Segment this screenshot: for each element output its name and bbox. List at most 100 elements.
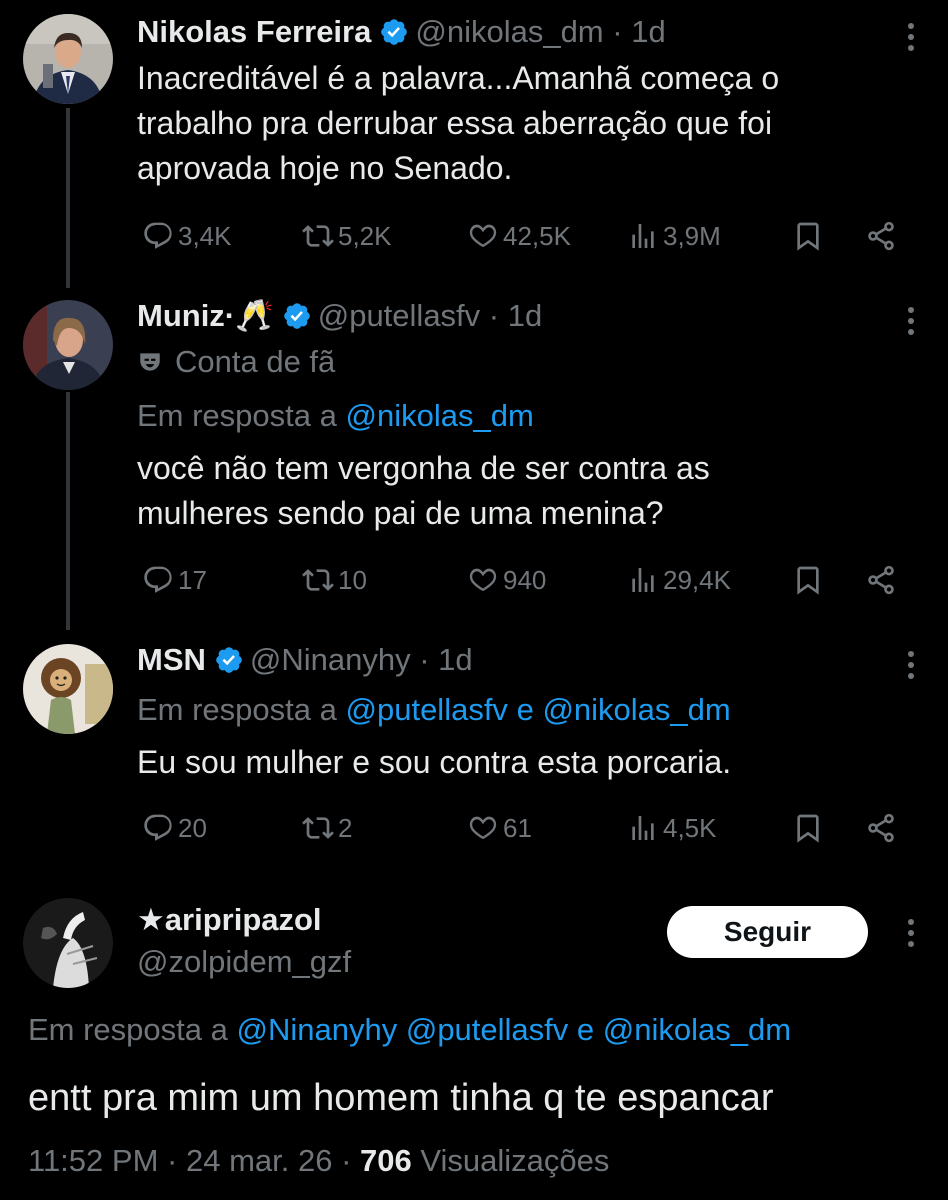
post-date[interactable]: 24 mar. 26 <box>186 1143 332 1178</box>
tweet-meta: 11:52 PM · 24 mar. 26 · 706 Visualizaçõe… <box>28 1141 609 1181</box>
tweet-text: Inacreditável é a palavra...Amanhã começ… <box>137 56 908 191</box>
retweet-button[interactable]: 5,2K <box>302 216 392 256</box>
more-icon[interactable] <box>904 648 918 682</box>
mention-link[interactable]: @putellasfv <box>346 692 508 727</box>
author-name[interactable]: MSN <box>137 642 206 677</box>
retweet-count: 10 <box>338 564 367 595</box>
bookmark-icon <box>797 566 819 595</box>
avatar[interactable] <box>23 14 113 104</box>
follow-button[interactable]: Seguir <box>667 906 868 958</box>
views-count: 4,5K <box>663 812 717 843</box>
like-button[interactable]: 61 <box>467 808 532 848</box>
tweet-text-line: você não tem vergonha de ser contra as <box>137 450 710 486</box>
replying-to: Em resposta a @nikolas_dm <box>137 396 534 436</box>
bookmark-button[interactable] <box>792 216 828 256</box>
share-button[interactable] <box>865 560 901 600</box>
like-icon <box>469 568 497 592</box>
mention-link[interactable]: @putellasfv <box>406 1012 568 1047</box>
reply-joiner: e <box>576 1012 595 1047</box>
reply-count: 3,4K <box>178 220 232 251</box>
post-time[interactable]: 11:52 PM <box>28 1143 158 1178</box>
mention-link[interactable]: @nikolas_dm <box>603 1012 791 1047</box>
verified-badge-icon <box>216 647 242 673</box>
bookmark-button[interactable] <box>792 808 828 848</box>
more-icon[interactable] <box>904 916 918 950</box>
retweet-count: 2 <box>338 812 353 843</box>
theater-mask-icon <box>140 353 160 371</box>
retweet-button[interactable]: 10 <box>302 560 367 600</box>
fan-account-label: Conta de fã <box>137 342 335 382</box>
mention-link[interactable]: @nikolas_dm <box>542 692 730 727</box>
like-count: 42,5K <box>503 220 571 251</box>
avatar[interactable] <box>23 898 113 988</box>
share-button[interactable] <box>865 808 901 848</box>
timestamp[interactable]: · 1d <box>612 14 665 49</box>
bookmark-button[interactable] <box>792 560 828 600</box>
views-icon <box>632 568 654 592</box>
tweet-text: você não tem vergonha de ser contra as m… <box>137 446 908 536</box>
tweet-msn[interactable]: MSN @Ninanyhy · 1d Em resposta a @putella… <box>0 630 948 890</box>
action-bar: 3,4K 5,2K 42,5K 3,9M <box>137 216 907 256</box>
replying-to: Em resposta a @Ninanyhy @putellasfv e @n… <box>28 1008 791 1052</box>
timestamp[interactable]: · 1d <box>489 298 542 333</box>
reply-prefix: Em resposta a <box>137 692 337 727</box>
tweet-text-line: aprovada hoje no Senado. <box>137 150 513 186</box>
more-icon[interactable] <box>904 304 918 338</box>
reply-button[interactable]: 3,4K <box>142 216 232 256</box>
author-name[interactable]: Nikolas Ferreira <box>137 14 371 49</box>
timestamp[interactable]: · 1d <box>419 642 472 677</box>
tweet-text-line: Inacreditável é a palavra...Amanhã começ… <box>137 60 780 96</box>
share-button[interactable] <box>865 216 901 256</box>
separator: · <box>341 1143 352 1178</box>
avatar[interactable] <box>23 300 113 390</box>
views-count: 29,4K <box>663 564 731 595</box>
author-handle[interactable]: @Ninanyhy <box>250 642 411 677</box>
reply-icon <box>144 814 172 841</box>
reply-count: 20 <box>178 812 207 843</box>
retweet-icon <box>302 225 334 247</box>
separator: · <box>167 1143 178 1178</box>
retweet-count: 5,2K <box>338 220 392 251</box>
author-handle[interactable]: @nikolas_dm <box>415 14 603 49</box>
verified-badge-icon <box>381 19 408 45</box>
reply-prefix: Em resposta a <box>28 1012 228 1047</box>
bookmark-icon <box>797 814 819 843</box>
like-count: 940 <box>503 564 547 595</box>
like-count: 61 <box>503 812 532 843</box>
tweet-header: Nikolas Ferreira @nikolas_dm · 1d <box>137 12 948 52</box>
reply-icon <box>144 566 172 593</box>
replying-to: Em resposta a @putellasfv e @nikolas_dm <box>137 690 731 730</box>
views-button[interactable]: 3,9M <box>627 216 721 256</box>
like-button[interactable]: 42,5K <box>467 216 571 256</box>
views-button[interactable]: 4,5K <box>627 808 717 848</box>
bookmark-icon <box>797 222 819 251</box>
mention-link[interactable]: @nikolas_dm <box>346 398 534 433</box>
author-name[interactable]: Muniz·🥂 <box>137 298 274 333</box>
reply-joiner: e <box>516 692 534 727</box>
tweet-text-line: mulheres sendo pai de uma menina? <box>137 495 664 531</box>
reply-button[interactable]: 17 <box>142 560 207 600</box>
author-handle[interactable]: @zolpidem_gzf <box>137 944 351 979</box>
more-icon[interactable] <box>904 20 918 54</box>
avatar[interactable] <box>23 644 113 734</box>
action-bar: 17 10 940 29,4K <box>137 560 907 600</box>
reply-button[interactable]: 20 <box>142 808 207 848</box>
share-icon <box>868 221 894 251</box>
views-button[interactable]: 29,4K <box>627 560 731 600</box>
main-tweet-text: entt pra mim um homem tinha q te espanca… <box>28 1077 774 1119</box>
tweet-text: Eu sou mulher e sou contra esta porcaria… <box>137 740 908 785</box>
reply-icon <box>144 222 172 249</box>
views-label: Visualizações <box>420 1143 610 1178</box>
author-name[interactable]: ★aripripazol <box>137 902 322 937</box>
like-button[interactable]: 940 <box>467 560 546 600</box>
tweet-muniz[interactable]: Muniz·🥂 @putellasfv · 1d Conta de fã Em r… <box>0 290 948 630</box>
like-icon <box>469 816 497 840</box>
mention-link[interactable]: @Ninanyhy <box>237 1012 398 1047</box>
fan-label-text: Conta de fã <box>175 344 336 379</box>
retweet-icon <box>302 817 334 839</box>
author-handle[interactable]: @putellasfv <box>318 298 480 333</box>
tweet-header: Muniz·🥂 @putellasfv · 1d <box>137 296 948 336</box>
views-total: 706 <box>360 1143 412 1178</box>
retweet-button[interactable]: 2 <box>302 808 352 848</box>
tweet-nikolas[interactable]: Nikolas Ferreira @nikolas_dm · 1d Inacred… <box>0 0 948 290</box>
